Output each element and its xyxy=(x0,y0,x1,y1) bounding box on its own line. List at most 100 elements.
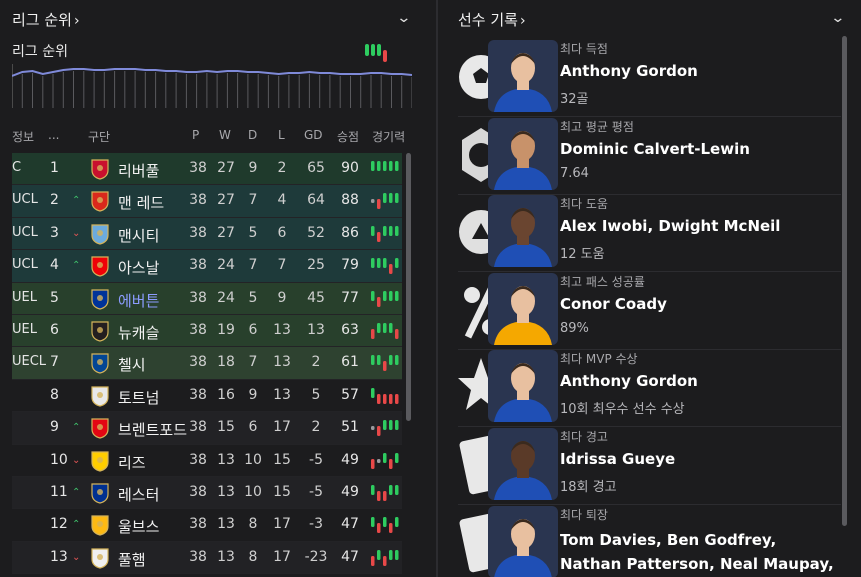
collapse-chevron-icon[interactable]: ⌄ xyxy=(396,10,411,26)
position-number: 4 xyxy=(50,257,59,274)
form-indicator xyxy=(371,484,399,501)
table-row[interactable]: UEL 5 에버튼 38 24 5 9 45 77 xyxy=(12,282,402,315)
position-number: 11 xyxy=(50,483,68,500)
team-name[interactable]: 맨 레드 xyxy=(118,192,164,213)
table-row[interactable]: UCL 3 맨시티 38 27 5 6 52 86 ⌄ xyxy=(12,217,402,251)
player-name[interactable]: Conor Coady xyxy=(560,295,667,313)
qualification-label: C xyxy=(12,160,22,175)
league-table-panel: 리그 순위 › ⌄ 리그 순위 정보 ... 구단 P W D L GD 승점 경… xyxy=(0,0,430,577)
table-row[interactable]: UECL 7 첼시 38 18 7 13 2 61 xyxy=(12,347,402,380)
table-row[interactable]: 8 토트넘 38 16 9 13 5 57 xyxy=(12,379,402,413)
col-header-p[interactable]: P xyxy=(192,128,199,142)
team-name[interactable]: 리즈 xyxy=(118,452,146,473)
team-name[interactable]: 리버풀 xyxy=(118,160,159,181)
qualification-label: UEL xyxy=(12,321,37,337)
club-crest-icon xyxy=(91,353,109,374)
player-photo[interactable] xyxy=(488,195,558,268)
goal-difference: 2 xyxy=(311,419,321,436)
table-row[interactable]: 9 브렌트포드 38 15 6 17 2 51 ⌃ xyxy=(12,412,402,445)
player-name[interactable]: Anthony Gordon xyxy=(560,62,698,80)
points: 61 xyxy=(341,354,359,371)
table-row[interactable]: 10 리즈 38 13 10 15 -5 49 ⌄ xyxy=(12,444,402,477)
player-name[interactable]: Anthony Gordon xyxy=(560,372,698,390)
club-crest-icon xyxy=(91,450,109,472)
draws-count: 10 xyxy=(244,483,262,500)
player-name[interactable]: Tom Davies, Ben Godfrey, Nathan Patterso… xyxy=(560,528,840,576)
draws-count: 6 xyxy=(248,419,258,436)
player-record-item[interactable]: 최다 MVP 수상 Anthony Gordon 10회 최우수 선수 수상 xyxy=(458,350,841,428)
team-name[interactable]: 아스날 xyxy=(118,257,159,278)
team-name[interactable]: 토트넘 xyxy=(118,387,159,408)
played-count: 38 xyxy=(189,451,207,468)
col-header-form[interactable]: 경기력 xyxy=(372,128,405,145)
player-records-header[interactable]: 선수 기록 › xyxy=(458,9,526,30)
draws-count: 7 xyxy=(248,257,258,274)
player-record-item[interactable]: 최다 경고 Idrissa Gueye 18회 경고 xyxy=(458,428,841,505)
goal-difference: -23 xyxy=(304,548,328,565)
position-number: 3 xyxy=(50,224,59,241)
player-photo[interactable] xyxy=(488,40,558,112)
points: 47 xyxy=(341,548,359,565)
player-photo[interactable] xyxy=(488,117,558,190)
move-up-icon: ⌃ xyxy=(72,260,81,272)
team-name[interactable]: 레스터 xyxy=(118,484,159,505)
player-photo[interactable] xyxy=(488,350,558,423)
team-name[interactable]: 뉴캐슬 xyxy=(118,322,159,343)
league-table-scrollbar[interactable] xyxy=(406,153,411,421)
club-crest-icon xyxy=(91,483,109,504)
record-category: 최다 득점 xyxy=(560,42,608,56)
col-header-gd[interactable]: GD xyxy=(304,128,323,142)
player-record-item[interactable]: 최다 득점 Anthony Gordon 32골 xyxy=(458,40,841,117)
move-up-icon: ⌃ xyxy=(72,422,81,434)
team-name[interactable]: 울브스 xyxy=(118,516,159,537)
col-header-l[interactable]: L xyxy=(278,128,285,142)
team-name[interactable]: 맨시티 xyxy=(118,225,159,246)
player-name[interactable]: Alex Iwobi, Dwight McNeil xyxy=(560,217,780,235)
table-row[interactable]: 13 풀햄 38 13 8 17 -23 47 ⌄ xyxy=(12,541,402,575)
points: 47 xyxy=(341,516,359,533)
collapse-chevron-icon[interactable]: ⌄ xyxy=(830,10,845,26)
record-value: 32골 xyxy=(560,92,589,107)
player-name[interactable]: Idrissa Gueye xyxy=(560,450,675,468)
player-name[interactable]: Dominic Calvert-Lewin xyxy=(560,140,750,158)
player-record-item[interactable]: 최다 퇴장 Tom Davies, Ben Godfrey, Nathan Pat… xyxy=(458,505,840,577)
team-name[interactable]: 브렌트포드 xyxy=(118,419,187,440)
draws-count: 9 xyxy=(248,160,258,176)
player-record-item[interactable]: 최고 평균 평점 Dominic Calvert-Lewin 7.64 xyxy=(458,117,841,195)
league-table-header[interactable]: 리그 순위 › xyxy=(12,9,80,30)
club-crest-icon xyxy=(91,386,109,407)
player-photo[interactable] xyxy=(488,428,558,500)
team-name[interactable]: 에버튼 xyxy=(118,290,159,311)
col-header-club[interactable]: 구단 xyxy=(88,128,110,145)
form-mini-chart xyxy=(365,44,387,62)
table-row[interactable]: UCL 2 맨 레드 38 27 7 4 64 88 ⌃ xyxy=(12,185,402,218)
col-header-info[interactable]: 정보 xyxy=(12,128,34,145)
goal-difference: 52 xyxy=(307,224,325,241)
player-records-scrollbar[interactable] xyxy=(842,36,847,526)
record-category: 최고 패스 성공률 xyxy=(560,274,645,289)
wins-count: 27 xyxy=(217,160,235,176)
team-name[interactable]: 풀햄 xyxy=(118,549,146,570)
col-header-w[interactable]: W xyxy=(219,128,231,142)
table-row[interactable]: 11 레스터 38 13 10 15 -5 49 ⌃ xyxy=(12,476,402,510)
club-crest-icon xyxy=(91,418,109,439)
move-down-icon: ⌄ xyxy=(72,227,81,239)
player-record-item[interactable]: 최다 도움 Alex Iwobi, Dwight McNeil 12 도움 xyxy=(458,195,841,273)
table-row[interactable]: 12 울브스 38 13 8 17 -3 47 ⌃ xyxy=(12,509,402,542)
player-photo[interactable] xyxy=(488,505,558,577)
col-header-pts[interactable]: 승점 xyxy=(337,128,359,145)
col-header-d[interactable]: D xyxy=(248,128,257,142)
position-number: 6 xyxy=(50,321,59,338)
move-up-icon: ⌃ xyxy=(72,519,81,531)
form-indicator xyxy=(371,290,399,307)
played-count: 38 xyxy=(189,354,207,371)
player-record-item[interactable]: 최고 패스 성공률 Conor Coady 89% xyxy=(458,272,841,350)
played-count: 38 xyxy=(189,419,207,436)
form-indicator xyxy=(371,420,399,437)
table-row[interactable]: C 1 리버풀 38 27 9 2 65 90 xyxy=(12,153,402,186)
table-row[interactable]: UEL 6 뉴캐슬 38 19 6 13 13 63 xyxy=(12,314,402,348)
team-name[interactable]: 첼시 xyxy=(118,354,146,375)
player-photo[interactable] xyxy=(488,272,558,345)
col-header-dots[interactable]: ... xyxy=(48,128,59,142)
table-row[interactable]: UCL 4 아스날 38 24 7 7 25 79 ⌃ xyxy=(12,250,402,283)
